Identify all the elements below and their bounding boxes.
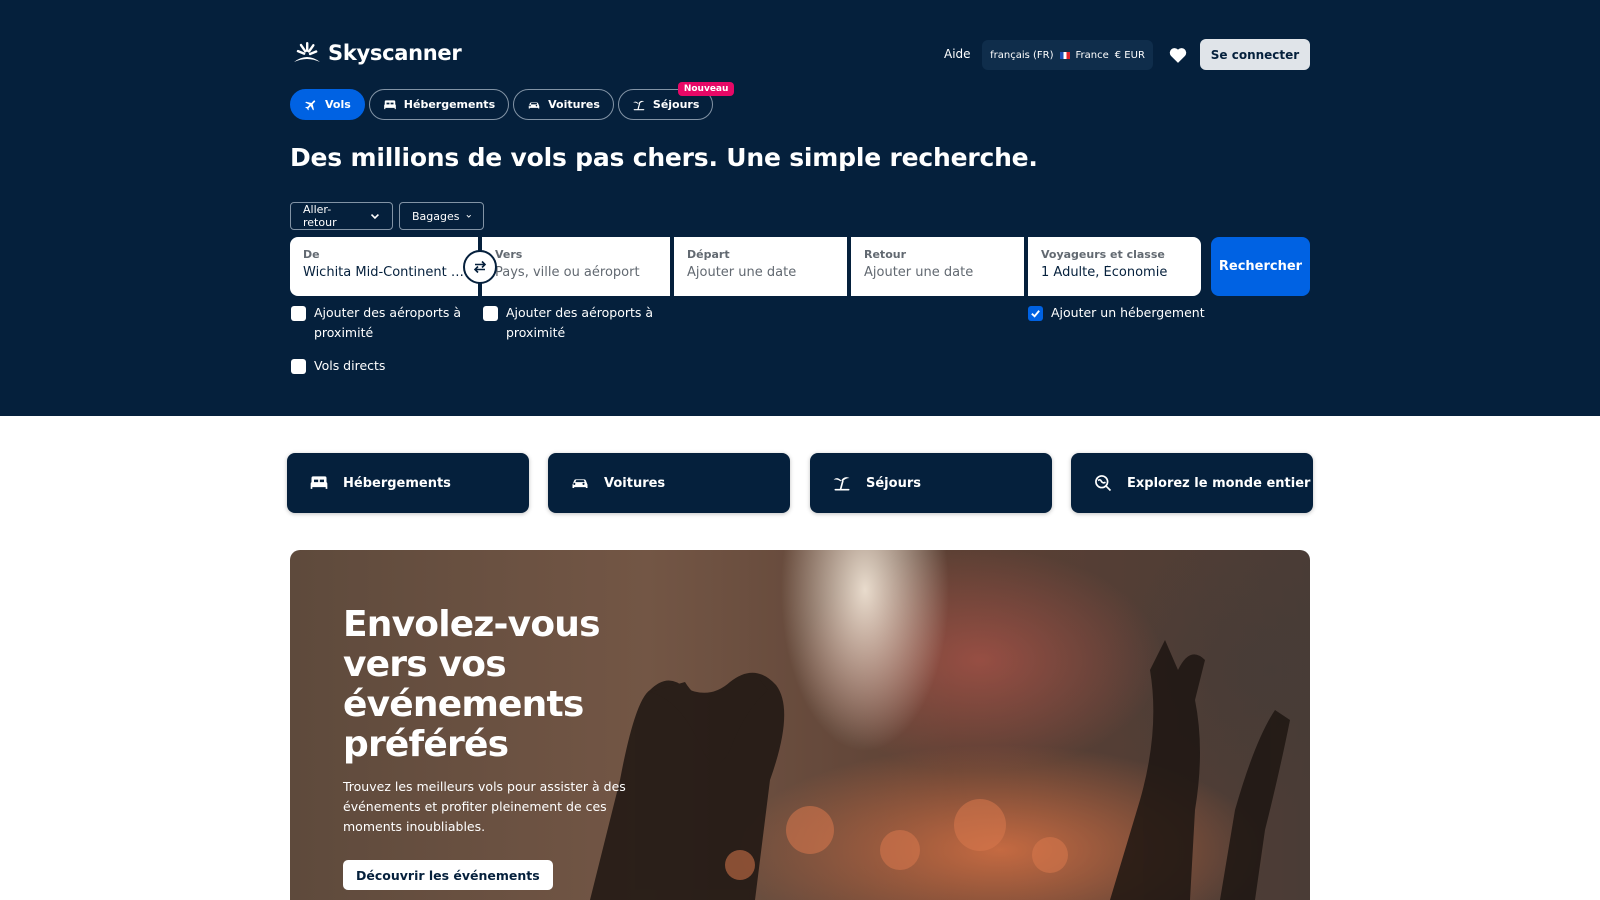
banner-description: Trouvez les meilleurs vols pour assister… — [343, 779, 626, 834]
car-icon — [572, 479, 588, 488]
quick-link-hotels[interactable]: Hébergements — [287, 453, 529, 513]
country-label: France — [1075, 49, 1109, 61]
origin-label: De — [303, 248, 320, 261]
hero-section: Skyscanner Aide français (FR) France € E… — [0, 0, 1600, 416]
trip-type-dropdown[interactable]: Aller-retour — [290, 202, 393, 230]
search-button[interactable]: Rechercher — [1211, 237, 1310, 296]
origin-field[interactable]: De Wichita Mid-Continent (I... — [290, 237, 478, 296]
swap-button[interactable] — [463, 250, 497, 284]
tab-cars[interactable]: Voitures — [513, 89, 614, 120]
quick-link-explore[interactable]: Explorez le monde entier — [1071, 453, 1313, 513]
destination-label: Vers — [495, 248, 523, 261]
add-hotel-checkbox[interactable]: Ajouter un hébergement — [1028, 303, 1205, 323]
beach-icon — [633, 100, 645, 110]
origin-value: Wichita Mid-Continent (I... — [303, 265, 465, 280]
checkbox-box[interactable] — [483, 306, 498, 321]
banner-content: Envolez-vous vers vos événements préféré… — [343, 605, 633, 837]
trip-type-value: Aller-retour — [303, 203, 337, 229]
travellers-label: Voyageurs et classe — [1041, 248, 1165, 261]
france-flag-icon — [1059, 51, 1070, 59]
discover-events-button[interactable]: Découvrir les événements — [343, 860, 553, 890]
language-label: français (FR) — [990, 49, 1054, 61]
car-icon — [528, 101, 540, 108]
checkbox-label: Ajouter des aéroports à proximité — [314, 305, 462, 340]
heart-icon — [1169, 48, 1187, 63]
tab-packages[interactable]: Séjours Nouveau — [617, 82, 735, 120]
direct-flights-checkbox[interactable]: Vols directs — [291, 356, 385, 376]
sunrise-logo-icon — [294, 42, 320, 62]
checkbox-label: Vols directs — [314, 358, 386, 373]
tab-label: Vols — [325, 98, 351, 111]
new-badge: Nouveau — [677, 82, 735, 96]
tab-hotels[interactable]: Hébergements — [368, 89, 510, 120]
departure-placeholder: Ajouter une date — [687, 265, 797, 280]
checkbox-label: Ajouter des aéroports à proximité — [506, 305, 654, 340]
destination-field[interactable]: Vers Pays, ville ou aéroport — [482, 237, 670, 296]
departure-label: Départ — [687, 248, 730, 261]
currency-label: € EUR — [1114, 49, 1145, 61]
quick-link-packages[interactable]: Séjours — [810, 453, 1052, 513]
quick-link-label: Voitures — [604, 475, 666, 491]
checkbox-box[interactable] — [291, 306, 306, 321]
travellers-value: 1 Adulte, Économie — [1041, 265, 1168, 280]
travellers-class-field[interactable]: Voyageurs et classe 1 Adulte, Économie — [1028, 237, 1201, 296]
checkmark-icon — [1031, 310, 1040, 318]
brand-name: Skyscanner — [328, 41, 462, 65]
globe-search-icon — [1095, 475, 1112, 492]
beach-icon — [833, 477, 850, 491]
tab-flights[interactable]: Vols — [290, 89, 365, 120]
help-link[interactable]: Aide — [944, 47, 971, 61]
baggage-value: Bagages — [412, 209, 460, 223]
quick-link-cars[interactable]: Voitures — [548, 453, 790, 513]
return-placeholder: Ajouter une date — [864, 265, 974, 280]
return-date-field[interactable]: Retour Ajouter une date — [851, 237, 1024, 296]
checkbox-label: Ajouter un hébergement — [1051, 305, 1205, 320]
quick-link-label: Hébergements — [343, 475, 451, 491]
destination-placeholder: Pays, ville ou aéroport — [495, 265, 640, 280]
quick-link-label: Séjours — [866, 475, 921, 491]
quick-link-label: Explorez le monde entier — [1127, 475, 1311, 491]
product-tabs: Vols Hébergements Voitures Séjours Nouve… — [290, 82, 735, 120]
departure-date-field[interactable]: Départ Ajouter une date — [674, 237, 847, 296]
favorites-button[interactable] — [1167, 44, 1189, 66]
tab-label: Séjours — [652, 98, 700, 111]
tab-label: Voitures — [548, 98, 600, 111]
baggage-dropdown[interactable]: Bagages — [399, 202, 484, 230]
tab-label: Hébergements — [403, 98, 496, 111]
skyscanner-logo[interactable]: Skyscanner — [290, 40, 462, 66]
login-button[interactable]: Se connecter — [1200, 39, 1310, 70]
chevron-down-icon — [466, 214, 471, 218]
events-banner: Envolez-vous vers vos événements préféré… — [290, 550, 1310, 900]
locale-selector[interactable]: français (FR) France € EUR — [982, 40, 1153, 70]
checkbox-box[interactable] — [1028, 306, 1043, 321]
swap-arrows-icon — [473, 260, 487, 274]
plane-icon — [305, 99, 316, 110]
page-headline: Des millions de vols pas chers. Une simp… — [290, 143, 1038, 172]
return-label: Retour — [864, 248, 907, 261]
bed-icon — [310, 476, 328, 489]
banner-title: Envolez-vous vers vos événements préféré… — [343, 604, 601, 765]
chevron-down-icon — [371, 213, 380, 220]
bed-icon — [383, 99, 396, 109]
nearby-origin-checkbox[interactable]: Ajouter des aéroports à proximité — [291, 303, 471, 343]
checkbox-box[interactable] — [291, 359, 306, 374]
nearby-destination-checkbox[interactable]: Ajouter des aéroports à proximité — [483, 303, 663, 343]
